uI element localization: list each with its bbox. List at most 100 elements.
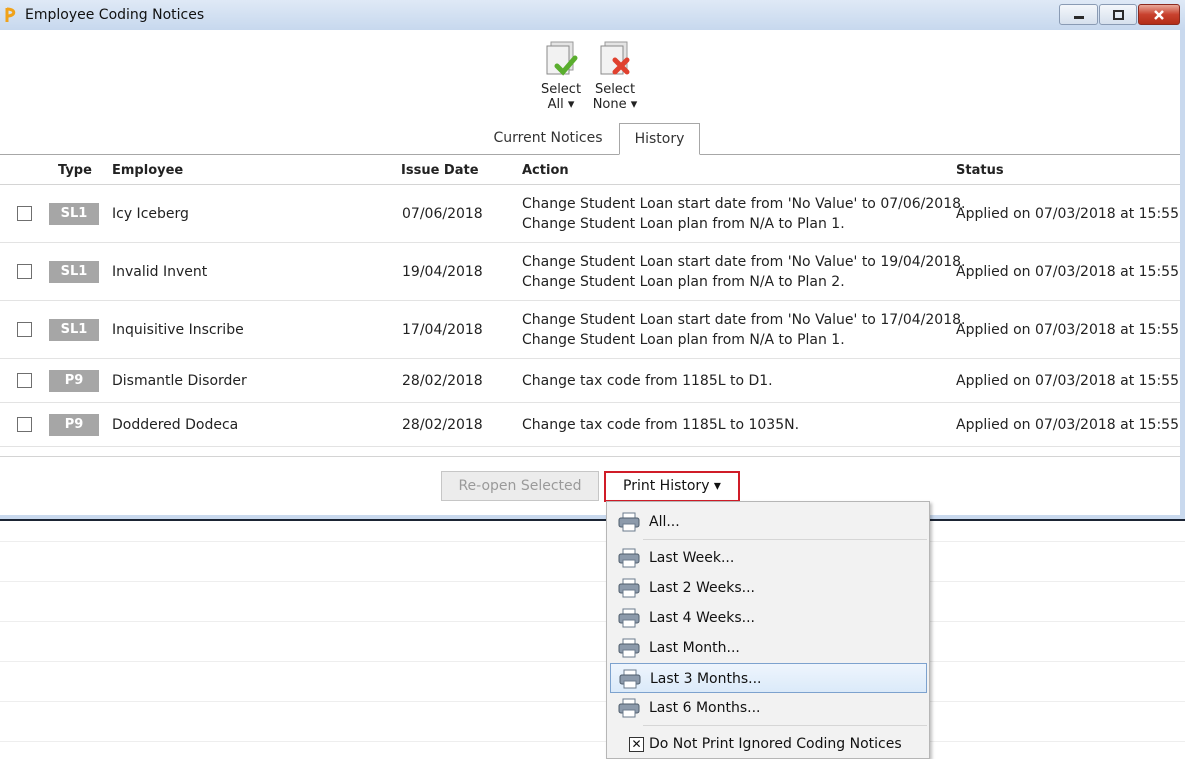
menu-item-label: Last 3 Months... xyxy=(650,671,762,687)
menu-item-last-3-months[interactable]: Last 3 Months... xyxy=(610,663,927,693)
menu-separator xyxy=(643,539,927,540)
column-header-type[interactable]: Type xyxy=(58,163,92,178)
menu-item-all[interactable]: All... xyxy=(610,507,927,537)
menu-item-label: Last Month... xyxy=(649,640,740,656)
printer-icon xyxy=(618,548,640,568)
employee-name: Invalid Invent xyxy=(112,264,208,280)
action-line-2: Change Student Loan plan from N/A to Pla… xyxy=(522,216,845,232)
table-row[interactable]: P9 Doddered Dodeca 28/02/2018 Change tax… xyxy=(0,403,1180,447)
row-checkbox[interactable] xyxy=(17,417,32,432)
menu-item-last-week[interactable]: Last Week... xyxy=(610,543,927,573)
row-checkbox[interactable] xyxy=(17,322,32,337)
checkbox-checked-icon: ✕ xyxy=(629,737,644,752)
menu-item-label: Do Not Print Ignored Coding Notices xyxy=(649,736,902,752)
minimize-icon xyxy=(1060,5,1097,24)
restore-icon xyxy=(1100,5,1136,24)
employee-name: Doddered Dodeca xyxy=(112,417,239,433)
minimize-button[interactable] xyxy=(1059,4,1098,25)
window-bottom-edge xyxy=(0,519,1185,521)
printer-icon xyxy=(618,638,640,658)
select-all-button[interactable]: Select All ▾ xyxy=(536,40,586,112)
select-none-label-2: None ▾ xyxy=(592,97,638,112)
app-logo-icon xyxy=(5,7,16,22)
menu-item-last-2-weeks[interactable]: Last 2 Weeks... xyxy=(610,573,927,603)
action-line-1: Change Student Loan start date from 'No … xyxy=(522,312,966,328)
select-all-icon xyxy=(543,40,579,80)
row-checkbox[interactable] xyxy=(17,206,32,221)
print-history-button[interactable]: Print History ▾ xyxy=(604,471,740,502)
action-text: Change Student Loan start date from 'No … xyxy=(522,194,965,234)
action-text: Change Student Loan start date from 'No … xyxy=(522,252,965,292)
action-line-2: Change Student Loan plan from N/A to Pla… xyxy=(522,274,845,290)
type-badge: P9 xyxy=(49,370,99,392)
reopen-selected-button[interactable]: Re-open Selected xyxy=(441,471,599,501)
column-header-action[interactable]: Action xyxy=(522,163,569,178)
select-all-label-1: Select xyxy=(540,82,582,97)
close-button[interactable] xyxy=(1138,4,1180,25)
action-line-1: Change tax code from 1185L to D1. xyxy=(522,373,773,389)
status-text: Applied on 07/03/2018 at 15:55 xyxy=(956,206,1179,222)
status-text: Applied on 07/03/2018 at 15:55 xyxy=(956,322,1179,338)
window-title: Employee Coding Notices xyxy=(25,7,205,23)
select-all-label-2: All ▾ xyxy=(547,97,575,112)
printer-icon xyxy=(619,669,641,689)
table-row[interactable]: P9 Dismantle Disorder 28/02/2018 Change … xyxy=(0,359,1180,403)
menu-item-last-month[interactable]: Last Month... xyxy=(610,633,927,663)
printer-icon xyxy=(618,608,640,628)
printer-icon xyxy=(618,578,640,598)
tab-current-notices[interactable]: Current Notices xyxy=(488,123,608,155)
employee-name: Inquisitive Inscribe xyxy=(112,322,244,338)
select-none-icon xyxy=(597,40,633,80)
grid-footer-divider xyxy=(0,456,1180,457)
type-badge: SL1 xyxy=(49,203,99,225)
type-badge: SL1 xyxy=(49,319,99,341)
tab-history[interactable]: History xyxy=(619,123,700,155)
menu-item-last-4-weeks[interactable]: Last 4 Weeks... xyxy=(610,603,927,633)
select-none-label-1: Select xyxy=(594,82,636,97)
column-header-issue-date[interactable]: Issue Date xyxy=(401,163,479,178)
row-checkbox[interactable] xyxy=(17,373,32,388)
action-line-2: Change Student Loan plan from N/A to Pla… xyxy=(522,332,845,348)
type-badge: P9 xyxy=(49,414,99,436)
menu-item-label: Last Week... xyxy=(649,550,735,566)
maximize-button[interactable] xyxy=(1099,4,1137,25)
print-history-menu: All... Last Week... Last 2 Weeks... Last… xyxy=(606,501,930,759)
employee-name: Icy Iceberg xyxy=(112,206,189,222)
select-none-button[interactable]: Select None ▾ xyxy=(590,40,640,112)
grid-header: Type Employee Issue Date Action Status xyxy=(0,155,1180,185)
row-checkbox[interactable] xyxy=(17,264,32,279)
status-text: Applied on 07/03/2018 at 15:55 xyxy=(956,373,1179,389)
menu-item-label: Last 4 Weeks... xyxy=(649,610,755,626)
menu-item-do-not-print-ignored[interactable]: ✕ Do Not Print Ignored Coding Notices xyxy=(610,729,927,759)
action-text: Change tax code from 1185L to 1035N. xyxy=(522,415,799,435)
table-row[interactable]: SL1 Icy Iceberg 07/06/2018 Change Studen… xyxy=(0,185,1180,243)
action-line-1: Change Student Loan start date from 'No … xyxy=(522,254,966,270)
menu-item-last-6-months[interactable]: Last 6 Months... xyxy=(610,693,927,723)
menu-item-label: Last 2 Weeks... xyxy=(649,580,755,596)
action-line-1: Change Student Loan start date from 'No … xyxy=(522,196,966,212)
table-row[interactable]: SL1 Inquisitive Inscribe 17/04/2018 Chan… xyxy=(0,301,1180,359)
type-badge: SL1 xyxy=(49,261,99,283)
issue-date: 28/02/2018 xyxy=(402,417,483,433)
table-row[interactable]: SL1 Invalid Invent 19/04/2018 Change Stu… xyxy=(0,243,1180,301)
printer-icon xyxy=(618,698,640,718)
status-text: Applied on 07/03/2018 at 15:55 xyxy=(956,264,1179,280)
action-text: Change Student Loan start date from 'No … xyxy=(522,310,965,350)
column-header-status[interactable]: Status xyxy=(956,163,1004,178)
title-bar: Employee Coding Notices xyxy=(0,0,1185,30)
action-text: Change tax code from 1185L to D1. xyxy=(522,371,773,391)
menu-item-label: Last 6 Months... xyxy=(649,700,761,716)
action-line-1: Change tax code from 1185L to 1035N. xyxy=(522,417,800,433)
issue-date: 17/04/2018 xyxy=(402,322,483,338)
issue-date: 07/06/2018 xyxy=(402,206,483,222)
status-text: Applied on 07/03/2018 at 15:55 xyxy=(956,417,1179,433)
issue-date: 28/02/2018 xyxy=(402,373,483,389)
employee-name: Dismantle Disorder xyxy=(112,373,247,389)
menu-item-label: All... xyxy=(649,514,680,530)
dialog-content: Select All ▾ Select None ▾ Current Notic… xyxy=(0,30,1180,515)
issue-date: 19/04/2018 xyxy=(402,264,483,280)
printer-icon xyxy=(618,512,640,532)
close-icon xyxy=(1139,5,1179,24)
column-header-employee[interactable]: Employee xyxy=(112,163,183,178)
menu-separator xyxy=(643,725,927,726)
